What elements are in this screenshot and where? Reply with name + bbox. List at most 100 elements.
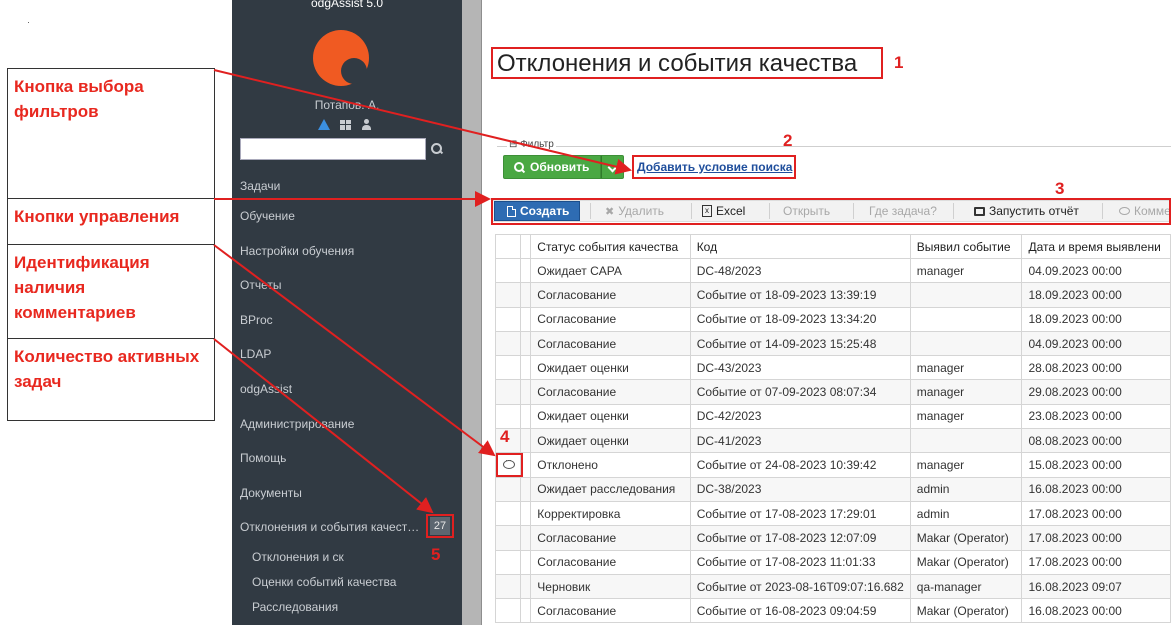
grid-icon[interactable] — [340, 119, 351, 130]
table-header-status[interactable]: Статус события качества — [530, 234, 691, 259]
row-date-cell[interactable]: 15.08.2023 00:00 — [1021, 452, 1171, 478]
row-found-by-cell[interactable]: manager — [909, 355, 1023, 381]
row-flag-cell[interactable] — [520, 476, 532, 502]
row-found-by-cell[interactable]: Makar (Operator) — [909, 549, 1023, 575]
row-flag-cell[interactable] — [520, 403, 532, 430]
row-status-cell[interactable]: Ожидает оценки — [530, 355, 691, 381]
row-status-cell[interactable]: Корректировка — [530, 500, 691, 527]
row-code-cell[interactable]: Событие от 17-08-2023 12:07:09 — [689, 525, 911, 551]
row-code-cell[interactable]: DC-41/2023 — [689, 428, 911, 454]
row-flag-cell[interactable] — [520, 549, 532, 575]
row-found-by-cell[interactable] — [909, 282, 1023, 308]
row-flag-cell[interactable] — [520, 573, 532, 600]
row-date-cell[interactable]: 17.08.2023 00:00 — [1021, 525, 1171, 551]
row-code-cell[interactable]: Событие от 17-08-2023 11:01:33 — [689, 549, 911, 575]
row-found-by-cell[interactable]: manager — [909, 403, 1023, 430]
row-flag-cell[interactable] — [520, 525, 532, 551]
row-code-cell[interactable]: DC-43/2023 — [689, 355, 911, 381]
row-date-cell[interactable]: 16.08.2023 00:00 — [1021, 598, 1171, 624]
row-flag-cell[interactable] — [520, 330, 532, 357]
row-comment-cell[interactable] — [494, 573, 522, 600]
row-status-cell[interactable]: Согласование — [530, 282, 691, 308]
sidebar-item-training[interactable]: Обучение — [240, 209, 295, 223]
row-code-cell[interactable]: Событие от 24-08-2023 10:39:42 — [689, 452, 911, 478]
sidebar-item-documents[interactable]: Документы — [240, 486, 302, 500]
panel-splitter[interactable] — [462, 0, 482, 625]
warning-icon[interactable] — [318, 119, 330, 130]
row-date-cell[interactable]: 18.09.2023 00:00 — [1021, 306, 1171, 332]
row-found-by-cell[interactable]: manager — [909, 379, 1023, 405]
row-date-cell[interactable]: 08.08.2023 00:00 — [1021, 428, 1171, 454]
sidebar-subitem-deviations[interactable]: Отклонения и ск — [252, 550, 344, 564]
table-header-code[interactable]: Код — [689, 234, 911, 259]
row-status-cell[interactable]: Согласование — [530, 598, 691, 624]
sidebar-item-deviations[interactable]: Отклонения и события качест… — [240, 520, 419, 534]
row-flag-cell[interactable] — [520, 282, 532, 308]
sidebar-subitem-investigations[interactable]: Расследования — [252, 600, 338, 614]
table-row[interactable]: Согласование Событие от 16-08-2023 09:04:… — [494, 598, 1171, 624]
row-flag-cell[interactable] — [520, 428, 532, 454]
row-flag-cell[interactable] — [520, 257, 532, 284]
row-status-cell[interactable]: Согласование — [530, 525, 691, 551]
table-row[interactable]: Ожидает оценки DC-43/2023 manager 28.08.202… — [494, 355, 1171, 381]
sidebar-item-bproc[interactable]: BProc — [240, 313, 273, 327]
row-code-cell[interactable]: Событие от 07-09-2023 08:07:34 — [689, 379, 911, 405]
row-comment-cell[interactable] — [494, 282, 522, 308]
row-date-cell[interactable]: 04.09.2023 00:00 — [1021, 330, 1171, 357]
row-date-cell[interactable]: 04.09.2023 00:00 — [1021, 257, 1171, 284]
row-flag-cell[interactable] — [520, 598, 532, 624]
row-comment-cell[interactable] — [494, 598, 522, 624]
row-found-by-cell[interactable]: Makar (Operator) — [909, 598, 1023, 624]
row-date-cell[interactable]: 17.08.2023 00:00 — [1021, 500, 1171, 527]
row-found-by-cell[interactable]: manager — [909, 257, 1023, 284]
refresh-dropdown-button[interactable] — [601, 155, 624, 179]
row-found-by-cell[interactable] — [909, 428, 1023, 454]
row-status-cell[interactable]: Ожидает расследования — [530, 476, 691, 502]
table-row[interactable]: Корректировка Событие от 17-08-2023 17:29… — [494, 500, 1171, 527]
person-icon[interactable] — [361, 119, 371, 130]
row-status-cell[interactable]: Согласование — [530, 330, 691, 357]
table-row[interactable]: Согласование Событие от 17-08-2023 12:07:… — [494, 525, 1171, 551]
row-status-cell[interactable]: Отклонено — [530, 452, 691, 478]
row-comment-cell[interactable] — [494, 330, 522, 357]
row-code-cell[interactable]: Событие от 17-08-2023 17:29:01 — [689, 500, 911, 527]
sidebar-item-tasks[interactable]: Задачи — [240, 179, 280, 193]
row-date-cell[interactable]: 16.08.2023 09:07 — [1021, 573, 1171, 600]
row-comment-cell[interactable] — [494, 306, 522, 332]
row-flag-cell[interactable] — [520, 306, 532, 332]
row-comment-cell[interactable] — [494, 379, 522, 405]
row-comment-cell[interactable] — [494, 549, 522, 575]
table-row[interactable]: Черновик Событие от 2023-08-16T09:07:16.6… — [494, 573, 1171, 600]
row-code-cell[interactable]: Событие от 18-09-2023 13:34:20 — [689, 306, 911, 332]
sidebar-search-input[interactable] — [240, 138, 426, 160]
row-status-cell[interactable]: Согласование — [530, 549, 691, 575]
row-found-by-cell[interactable]: admin — [909, 500, 1023, 527]
table-row[interactable]: Ожидает оценки DC-42/2023 manager 23.08.202… — [494, 403, 1171, 430]
row-status-cell[interactable]: Согласование — [530, 306, 691, 332]
row-code-cell[interactable]: Событие от 2023-08-16T09:07:16.682 — [689, 573, 911, 600]
table-header-date[interactable]: Дата и время выявлени — [1021, 234, 1171, 259]
row-date-cell[interactable]: 29.08.2023 00:00 — [1021, 379, 1171, 405]
row-flag-cell[interactable] — [520, 379, 532, 405]
sidebar-item-training-settings[interactable]: Настройки обучения — [240, 244, 354, 258]
refresh-button[interactable]: Обновить — [503, 155, 601, 179]
row-status-cell[interactable]: Ожидает CAPA — [530, 257, 691, 284]
table-row[interactable]: Согласование Событие от 18-09-2023 13:39:… — [494, 282, 1171, 308]
row-found-by-cell[interactable] — [909, 306, 1023, 332]
row-comment-cell[interactable] — [494, 525, 522, 551]
table-header-found-by[interactable]: Выявил событие — [909, 234, 1023, 259]
row-date-cell[interactable]: 17.08.2023 00:00 — [1021, 549, 1171, 575]
row-code-cell[interactable]: DC-48/2023 — [689, 257, 911, 284]
sidebar-item-reports[interactable]: Отчеты — [240, 278, 281, 292]
row-date-cell[interactable]: 28.08.2023 00:00 — [1021, 355, 1171, 381]
table-row[interactable]: Согласование Событие от 17-08-2023 11:01:… — [494, 549, 1171, 575]
row-comment-cell[interactable] — [494, 403, 522, 430]
sidebar-item-ldap[interactable]: LDAP — [240, 347, 271, 361]
row-found-by-cell[interactable]: Makar (Operator) — [909, 525, 1023, 551]
row-date-cell[interactable]: 23.08.2023 00:00 — [1021, 403, 1171, 430]
row-found-by-cell[interactable]: qa-manager — [909, 573, 1023, 600]
sidebar-item-odgassist[interactable]: odgAssist — [240, 382, 292, 396]
row-status-cell[interactable]: Ожидает оценки — [530, 403, 691, 430]
row-date-cell[interactable]: 16.08.2023 00:00 — [1021, 476, 1171, 502]
row-status-cell[interactable]: Черновик — [530, 573, 691, 600]
